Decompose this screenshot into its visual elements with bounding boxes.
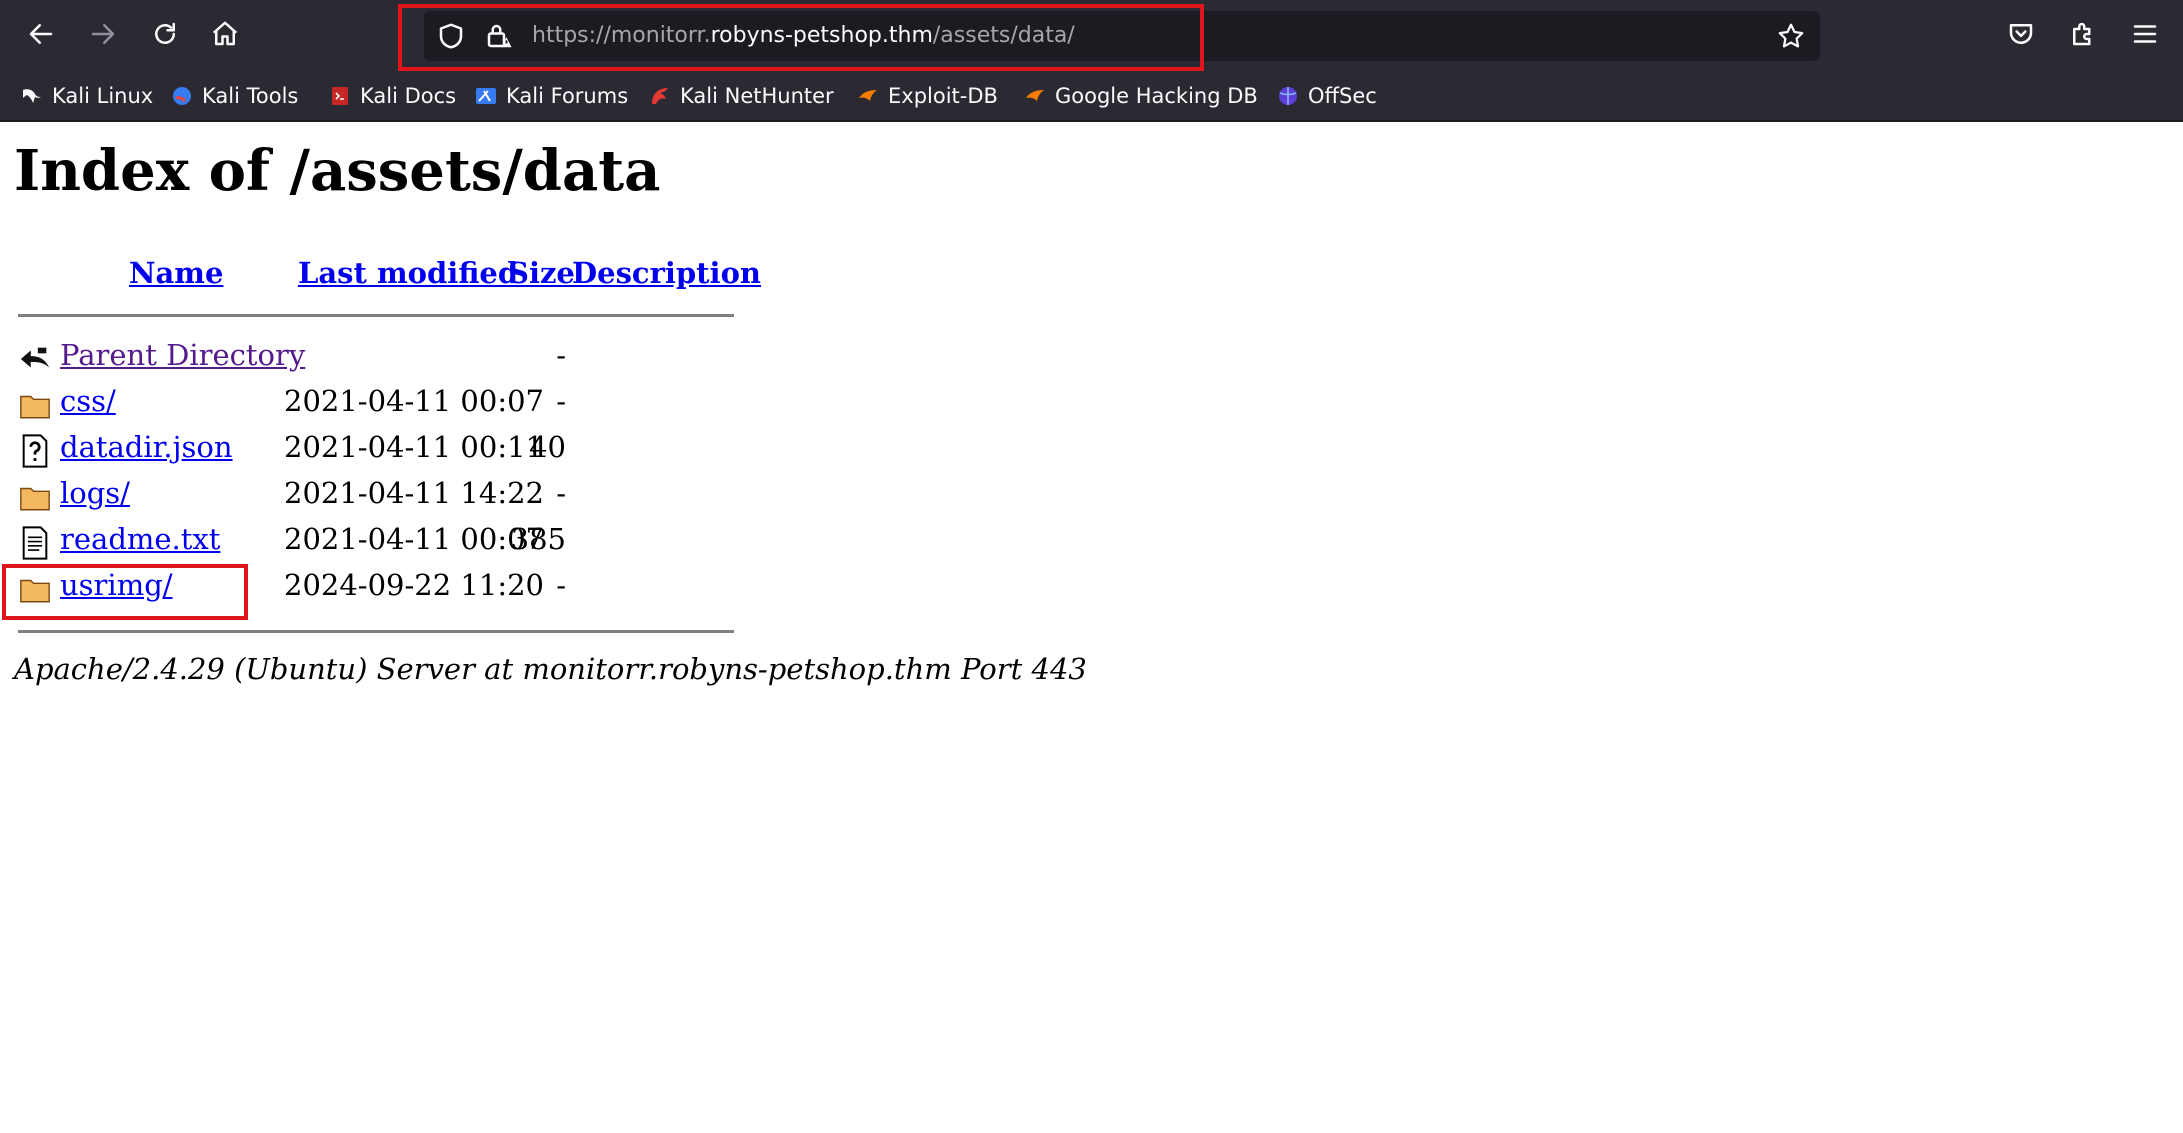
unknown-file-icon bbox=[18, 434, 52, 468]
back-arrow-icon bbox=[18, 342, 52, 376]
row-size: 385 bbox=[510, 522, 566, 556]
bookmark-exploit-db[interactable]: Exploit-DB bbox=[856, 80, 998, 112]
row-size: - bbox=[556, 476, 566, 510]
pocket-button[interactable] bbox=[1997, 12, 2045, 60]
bookmark-label: Kali Forums bbox=[506, 84, 629, 108]
exploit-db-icon bbox=[856, 84, 880, 108]
row-link[interactable]: usrimg/ bbox=[60, 568, 173, 602]
bookmark-kali-docs[interactable]: Kali Docs bbox=[328, 80, 456, 112]
forward-button[interactable] bbox=[79, 12, 127, 60]
shield-icon[interactable] bbox=[436, 21, 466, 51]
url-text[interactable]: https://monitorr.robyns-petshop.thm/asse… bbox=[532, 11, 1075, 61]
bookmark-kali-forums[interactable]: Kali Forums bbox=[474, 80, 628, 112]
bookmark-offsec[interactable]: OffSec bbox=[1276, 80, 1377, 112]
column-header-last-modified[interactable]: Last modified bbox=[298, 256, 518, 290]
footer-divider bbox=[18, 630, 734, 633]
row-modified: 2021-04-11 00:11 bbox=[284, 430, 544, 464]
url-prefix: https://monitorr. bbox=[532, 23, 711, 48]
bookmark-label: Kali Docs bbox=[360, 84, 457, 108]
column-header-size[interactable]: Size bbox=[508, 256, 575, 290]
folder-icon bbox=[18, 572, 52, 606]
forward-icon bbox=[88, 19, 118, 54]
row-link[interactable]: logs/ bbox=[60, 476, 130, 510]
menu-icon bbox=[2130, 19, 2160, 54]
lock-warning-icon[interactable] bbox=[484, 21, 514, 51]
table-row: datadir.json 2021-04-11 00:11 40 bbox=[0, 428, 760, 474]
kali-nethunter-icon bbox=[648, 84, 672, 108]
table-row: usrimg/ 2024-09-22 11:20 - bbox=[0, 566, 760, 612]
column-header-description[interactable]: Description bbox=[572, 256, 761, 290]
row-modified: 2024-09-22 11:20 bbox=[284, 568, 544, 602]
reload-button[interactable] bbox=[141, 12, 189, 60]
row-modified: 2021-04-11 00:07 bbox=[284, 384, 544, 418]
row-link[interactable]: readme.txt bbox=[60, 522, 220, 556]
row-link[interactable]: css/ bbox=[60, 384, 116, 418]
table-row: readme.txt 2021-04-11 00:07 385 bbox=[0, 520, 760, 566]
table-row: css/ 2021-04-11 00:07 - bbox=[0, 382, 760, 428]
row-size: - bbox=[556, 568, 566, 602]
row-link[interactable]: Parent Directory bbox=[60, 338, 305, 372]
page-content: Index of /assets/data Name Last modified… bbox=[0, 122, 2183, 1133]
row-size: - bbox=[556, 384, 566, 418]
kali-docs-icon bbox=[328, 84, 352, 108]
bookmark-label: Kali Tools bbox=[202, 84, 299, 108]
row-size: - bbox=[556, 338, 566, 372]
server-signature: Apache/2.4.29 (Ubuntu) Server at monitor… bbox=[14, 652, 1087, 686]
table-row: logs/ 2021-04-11 14:22 - bbox=[0, 474, 760, 520]
url-host: robyns-petshop.thm bbox=[710, 23, 933, 48]
back-button[interactable] bbox=[17, 12, 65, 60]
google-hacking-db-icon bbox=[1023, 84, 1047, 108]
row-modified: 2021-04-11 14:22 bbox=[284, 476, 544, 510]
address-bar[interactable]: https://monitorr.robyns-petshop.thm/asse… bbox=[424, 11, 1820, 61]
menu-button[interactable] bbox=[2121, 12, 2169, 60]
bookmark-kali-tools[interactable]: Kali Tools bbox=[170, 80, 298, 112]
bookmark-kali-linux[interactable]: Kali Linux bbox=[20, 80, 153, 112]
browser-toolbar: https://monitorr.robyns-petshop.thm/asse… bbox=[0, 0, 2183, 72]
bookmark-label: Kali Linux bbox=[52, 84, 154, 108]
extensions-button[interactable] bbox=[2059, 12, 2107, 60]
kali-dragon-icon bbox=[20, 84, 44, 108]
row-link[interactable]: datadir.json bbox=[60, 430, 233, 464]
back-icon bbox=[26, 19, 56, 54]
url-path: /assets/data/ bbox=[932, 23, 1075, 48]
folder-icon bbox=[18, 388, 52, 422]
bookmark-label: OffSec bbox=[1308, 84, 1377, 108]
home-icon bbox=[210, 19, 240, 54]
kali-forums-icon bbox=[474, 84, 498, 108]
reload-icon bbox=[150, 19, 180, 54]
bookmark-label: Exploit-DB bbox=[888, 84, 998, 108]
page-title: Index of /assets/data bbox=[14, 138, 661, 204]
row-size: 40 bbox=[529, 430, 566, 464]
table-row: Parent Directory - bbox=[0, 336, 760, 382]
home-button[interactable] bbox=[201, 12, 249, 60]
offsec-icon bbox=[1276, 84, 1300, 108]
star-icon[interactable] bbox=[1776, 21, 1806, 51]
bookmark-google-hacking-db[interactable]: Google Hacking DB bbox=[1023, 80, 1258, 112]
text-file-icon bbox=[18, 526, 52, 560]
bookmark-kali-nethunter[interactable]: Kali NetHunter bbox=[648, 80, 834, 112]
row-modified: 2021-04-11 00:07 bbox=[284, 522, 544, 556]
pocket-icon bbox=[2006, 19, 2036, 54]
header-divider bbox=[18, 314, 734, 317]
kali-tools-icon bbox=[170, 84, 194, 108]
bookmark-label: Google Hacking DB bbox=[1055, 84, 1258, 108]
folder-icon bbox=[18, 480, 52, 514]
extensions-icon bbox=[2068, 19, 2098, 54]
bookmark-label: Kali NetHunter bbox=[680, 84, 834, 108]
column-header-name[interactable]: Name bbox=[129, 256, 223, 290]
